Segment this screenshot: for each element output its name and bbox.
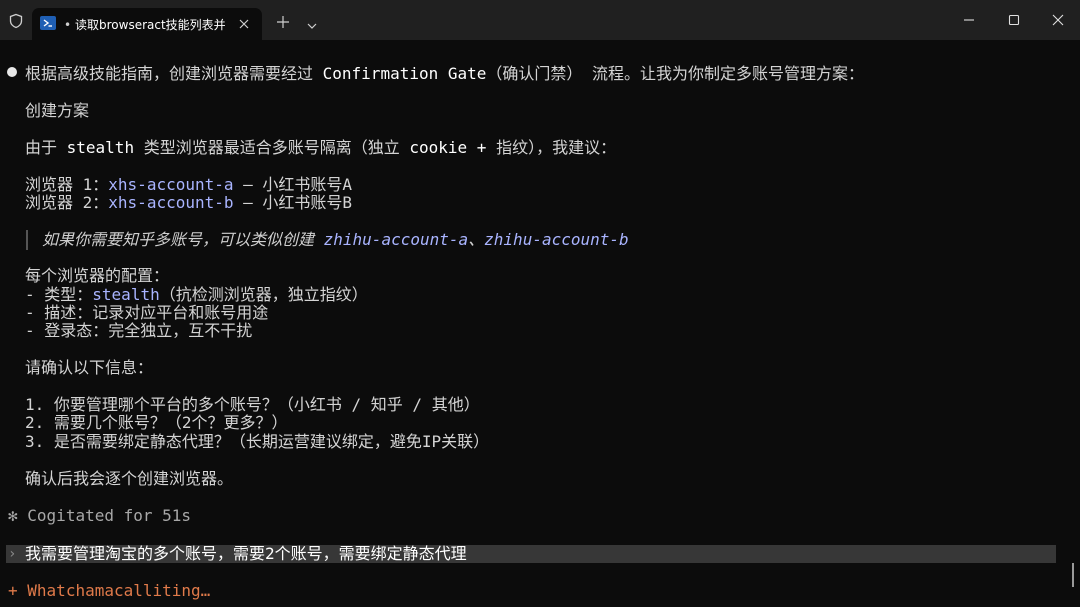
- quote-line: 如果你需要知乎多账号，可以类似创建 zhihu-account-a、zhihu-…: [42, 230, 629, 249]
- config-type: - 类型：stealth（抗检测浏览器，独立指纹）: [25, 285, 368, 304]
- tab-active[interactable]: • 读取browseract技能列表并: [32, 8, 262, 40]
- config-login: - 登录态：完全独立，互不干扰: [25, 321, 253, 340]
- reason-line: 由于 stealth 类型浏览器最适合多账号隔离（独立 cookie + 指纹）…: [25, 138, 617, 157]
- title-bar: • 读取browseract技能列表并: [0, 0, 1080, 40]
- browser-line-1: 浏览器 1：xhs-account-a – 小红书账号A: [25, 175, 353, 194]
- question-1: 1. 你要管理哪个平台的多个账号？（小红书 / 知乎 / 其他）: [25, 395, 480, 414]
- question-3: 3. 是否需要绑定静态代理？（长期运营建议绑定，避免IP关联）: [25, 432, 490, 451]
- tab-modified-dot: •: [64, 18, 72, 32]
- chevron-right-icon: ›: [8, 546, 17, 562]
- close-window-icon[interactable]: [1051, 12, 1065, 26]
- browser-id: xhs-account-a: [108, 175, 234, 194]
- maximize-icon[interactable]: [1007, 12, 1021, 26]
- asterisk-icon: ✻: [8, 506, 18, 525]
- thinking-status: + Whatchamacalliting…: [8, 581, 211, 600]
- chevron-down-icon[interactable]: [306, 16, 318, 29]
- minimize-icon[interactable]: [962, 12, 976, 26]
- question-2: 2. 需要几个账号？（2个？更多？）: [25, 413, 288, 432]
- config-desc: - 描述：记录对应平台和账号用途: [25, 303, 269, 322]
- user-input-text[interactable]: 我需要管理淘宝的多个账号，需要2个账号，需要绑定静态代理: [25, 545, 467, 563]
- browser-id: xhs-account-b: [108, 193, 234, 212]
- scrollbar[interactable]: [1072, 563, 1074, 587]
- config-heading: 每个浏览器的配置：: [25, 266, 170, 285]
- spinner-icon: +: [8, 581, 18, 600]
- intro-line: 根据高级技能指南，创建浏览器需要经过 Confirmation Gate（确认门…: [25, 64, 865, 83]
- plus-icon[interactable]: [276, 14, 290, 28]
- terminal-window: • 读取browseract技能列表并 根据高级技能指南，创建浏览器需要经过 C…: [0, 0, 1080, 607]
- response-bullet: [7, 67, 17, 77]
- cogitated-status: ✻ Cogitated for 51s: [8, 506, 192, 525]
- close-icon[interactable]: [236, 16, 252, 32]
- inline-code: Confirmation Gate: [322, 64, 487, 83]
- browser-line-2: 浏览器 2：xhs-account-b – 小红书账号B: [25, 193, 353, 212]
- confirm-heading: 请确认以下信息：: [25, 358, 154, 377]
- quote-bar: [26, 230, 28, 250]
- plan-heading: 创建方案: [25, 101, 90, 120]
- closing-line: 确认后我会逐个创建浏览器。: [25, 469, 234, 488]
- shield-icon[interactable]: [8, 13, 24, 29]
- powershell-icon: [40, 16, 56, 30]
- tab-title: 读取browseract技能列表并: [75, 18, 225, 32]
